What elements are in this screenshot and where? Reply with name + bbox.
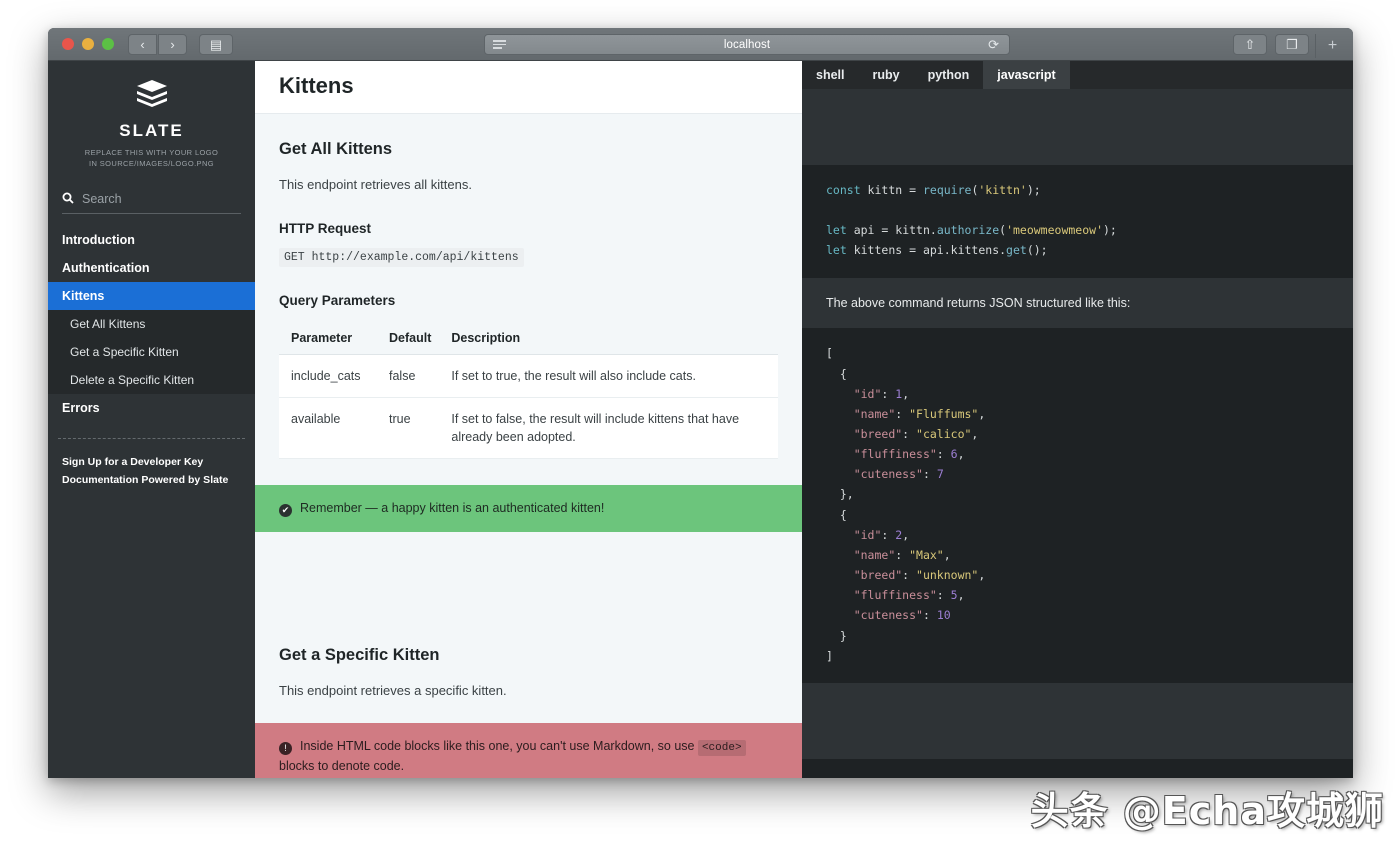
content-column: Kittens Get All Kittens This endpoint re… [255,61,802,778]
back-icon[interactable]: ‹ [128,34,157,55]
warning-notice-text-after: blocks to denote code. [279,759,404,773]
share-icon[interactable]: ⇧ [1233,34,1267,55]
language-tabs: shell ruby python javascript [802,61,1353,89]
logo-wordmark: SLATE [58,121,245,141]
footer-link-signup[interactable]: Sign Up for a Developer Key [62,453,241,471]
query-parameters-table: Parameter Default Description include_ca… [279,322,778,459]
warning-notice: ! Inside HTML code blocks like this one, … [255,723,802,778]
browser-toolbar: ‹ › ▤ localhost ⟳ ⇧ ❐ + [48,28,1353,61]
tab-python[interactable]: python [914,61,984,89]
tab-overview-icon[interactable]: ❐ [1275,34,1309,55]
content-spacer [255,532,802,620]
cell-parameter: available [279,397,379,458]
table-header-parameter: Parameter [279,322,379,355]
sidebar-item-introduction[interactable]: Introduction [48,226,255,254]
success-notice: ✔ Remember — a happy kitten is an authent… [255,485,802,532]
check-circle-icon: ✔ [279,504,292,517]
code-block-get-all-kittens: const kittn = require('kittn'); let api … [802,165,1353,278]
search-icon [62,192,74,207]
sidebar-footer: Sign Up for a Developer Key Documentatio… [48,439,255,490]
warning-notice-text-before: Inside HTML code blocks like this one, y… [300,739,698,753]
url-text: localhost [506,39,988,51]
window-controls [62,38,114,50]
sidebar-logo: SLATE REPLACE THIS WITH YOUR LOGOIN SOUR… [48,61,255,182]
table-header-description: Description [441,322,778,355]
tab-ruby[interactable]: ruby [859,61,914,89]
page-title: Kittens [279,73,778,99]
reload-icon[interactable]: ⟳ [988,38,999,51]
new-tab-button[interactable]: + [1315,34,1349,58]
sidebar-subitem-get-a-specific-kitten[interactable]: Get a Specific Kitten [48,338,255,366]
sidebar-nav: Introduction Authentication Kittens Get … [48,226,255,422]
http-request-code: GET http://example.com/api/kittens [279,248,524,267]
code-column: shell ruby python javascript const kittn… [802,61,1353,778]
footer-link-powered-by-slate[interactable]: Documentation Powered by Slate [62,471,241,489]
cell-parameter: include_cats [279,354,379,397]
reader-view-icon[interactable] [493,40,506,49]
code-block-get-specific-kitten: const kittn = require('kittn'); let api … [802,759,1353,778]
section-get-a-specific-kitten: Get a Specific Kitten This endpoint retr… [255,646,802,701]
minimize-window-button[interactable] [82,38,94,50]
section-paragraph: This endpoint retrieves all kittens. [279,175,778,195]
screenshot-root: ‹ › ▤ localhost ⟳ ⇧ ❐ + [0,0,1400,841]
page-body: SLATE REPLACE THIS WITH YOUR LOGOIN SOUR… [48,61,1353,778]
sidebar-subitem-delete-a-specific-kitten[interactable]: Delete a Specific Kitten [48,366,255,394]
sidebar-item-authentication[interactable]: Authentication [48,254,255,282]
books-icon [58,79,245,115]
forward-icon[interactable]: › [158,34,187,55]
table-row: available true If set to false, the resu… [279,397,778,458]
address-bar[interactable]: localhost ⟳ [484,34,1010,55]
code-block-json-response: [ { "id": 1, "name": "Fluffums", "breed"… [802,328,1353,683]
navigation-buttons: ‹ › [128,34,187,55]
close-window-button[interactable] [62,38,74,50]
sidebar: SLATE REPLACE THIS WITH YOUR LOGOIN SOUR… [48,61,255,778]
code-annotation-spacer [802,89,1353,165]
browser-window: ‹ › ▤ localhost ⟳ ⇧ ❐ + [48,28,1353,778]
info-circle-icon: ! [279,742,292,755]
sidebar-search[interactable] [62,192,241,214]
query-parameters-heading: Query Parameters [279,293,778,308]
warning-notice-code: <code> [698,740,746,756]
page-title-bar: Kittens [255,61,802,114]
table-row: include_cats false If set to true, the r… [279,354,778,397]
cell-description: If set to true, the result will also inc… [441,354,778,397]
logo-subtitle: REPLACE THIS WITH YOUR LOGOIN SOURCE/IMA… [58,148,245,170]
section-heading: Get a Specific Kitten [279,646,778,665]
sidebar-item-kittens[interactable]: Kittens [48,282,255,310]
watermark: 头条 @Echa攻城狮 [1031,780,1384,835]
code-annotation-json-intro: The above command returns JSON structure… [802,278,1353,329]
http-request-heading: HTTP Request [279,221,778,236]
success-notice-text: Remember — a happy kitten is an authenti… [300,501,604,515]
tab-javascript[interactable]: javascript [983,61,1069,89]
section-paragraph: This endpoint retrieves a specific kitte… [279,681,778,701]
table-header-row: Parameter Default Description [279,322,778,355]
search-input[interactable] [82,192,241,206]
cell-default: false [379,354,441,397]
tab-shell[interactable]: shell [802,61,859,89]
sidebar-subnav-kittens: Get All Kittens Get a Specific Kitten De… [48,310,255,394]
maximize-window-button[interactable] [102,38,114,50]
sidebar-toggle-icon[interactable]: ▤ [199,34,233,55]
section-get-all-kittens: Get All Kittens This endpoint retrieves … [255,140,802,459]
sidebar-subitem-get-all-kittens[interactable]: Get All Kittens [48,310,255,338]
toolbar-right-buttons: ⇧ ❐ [1233,34,1309,55]
cell-default: true [379,397,441,458]
code-annotation-spacer-2 [802,683,1353,759]
sidebar-item-errors[interactable]: Errors [48,394,255,422]
section-heading: Get All Kittens [279,140,778,159]
table-header-default: Default [379,322,441,355]
cell-description: If set to false, the result will include… [441,397,778,458]
